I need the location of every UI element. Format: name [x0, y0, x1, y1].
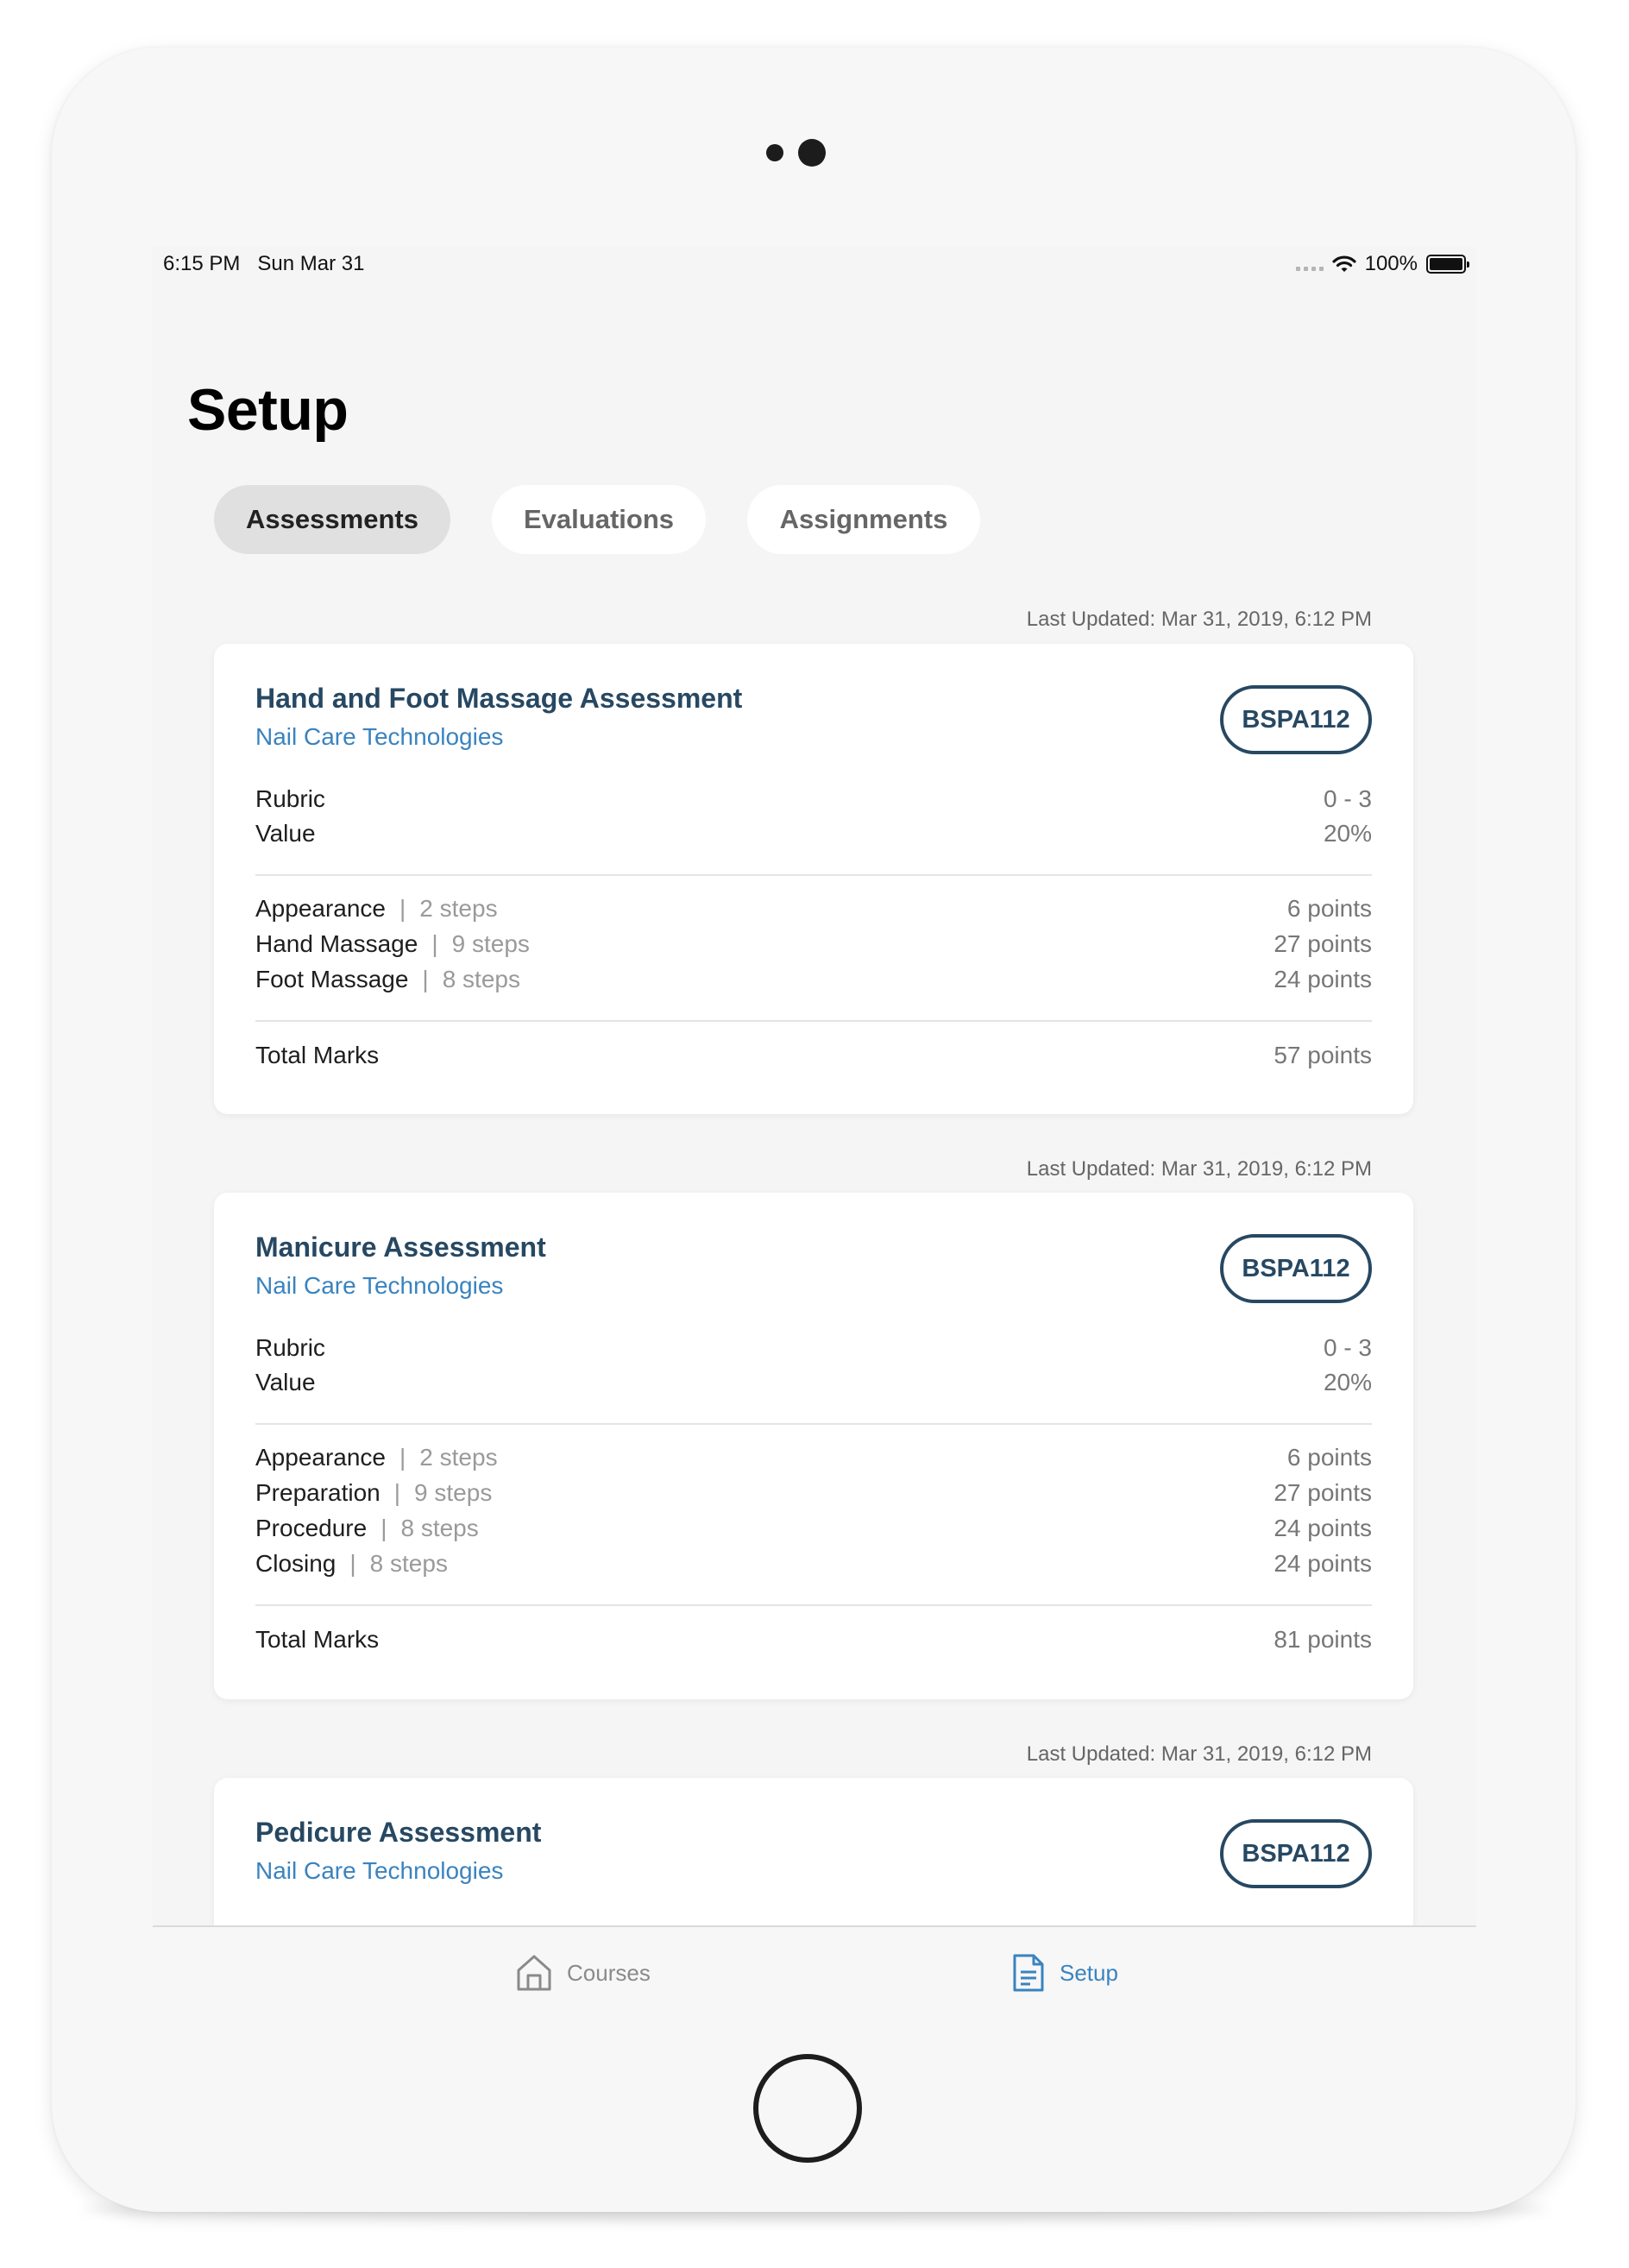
section-steps: 8 steps — [442, 966, 520, 992]
rubric-row: Rubric 0 - 3 — [255, 785, 1372, 820]
value-row: Value 20% — [255, 820, 1372, 854]
section-steps: 2 steps — [419, 1444, 498, 1471]
assessment-title: Manicure Assessment — [255, 1232, 546, 1263]
section-points: 6 points — [1286, 895, 1372, 922]
camera-sensor — [766, 144, 783, 161]
section-name: Closing — [255, 1550, 336, 1577]
section-name: Appearance — [255, 1444, 387, 1471]
section-points: 24 points — [1274, 1515, 1372, 1541]
section-name: Foot Massage — [255, 966, 409, 992]
section-row: Procedure | 8 steps 24 points — [255, 1515, 1372, 1549]
separator: | — [393, 1479, 401, 1506]
segment-tabs: Assessments Evaluations Assignments — [214, 485, 980, 554]
rubric-value: 0 - 3 — [1323, 1334, 1372, 1361]
value-value: 20% — [1323, 820, 1372, 847]
tab-bar-item-courses[interactable]: Courses — [515, 1953, 651, 1993]
separator: | — [399, 1444, 406, 1471]
divider — [255, 874, 1372, 876]
document-icon — [1013, 1954, 1044, 1992]
section-points: 24 points — [1274, 966, 1372, 992]
page-title: Setup — [187, 377, 349, 443]
value-label: Value — [255, 1369, 316, 1395]
assessment-card[interactable]: Hand and Foot Massage Assessment Nail Ca… — [214, 644, 1413, 1114]
section-row: Hand Massage | 9 steps 27 points — [255, 930, 1372, 965]
total-marks-label: Total Marks — [255, 1626, 380, 1653]
total-marks-row: Total Marks 81 points — [255, 1626, 1372, 1660]
course-code-badge: BSPA112 — [1220, 685, 1372, 754]
course-code-badge: BSPA112 — [1220, 1234, 1372, 1303]
section-name: Procedure — [255, 1515, 368, 1541]
rubric-value: 0 - 3 — [1323, 785, 1372, 812]
section-steps: 8 steps — [369, 1550, 448, 1577]
home-icon — [517, 1955, 551, 1991]
tab-bar-label: Setup — [1060, 1959, 1118, 1986]
value-label: Value — [255, 820, 316, 847]
divider — [255, 1423, 1372, 1425]
tab-assessments[interactable]: Assessments — [214, 485, 450, 554]
section-points: 6 points — [1286, 1444, 1372, 1471]
total-marks-row: Total Marks 57 points — [255, 1042, 1372, 1076]
tab-evaluations[interactable]: Evaluations — [492, 485, 706, 554]
separator: | — [381, 1515, 387, 1541]
divider — [255, 1020, 1372, 1022]
tab-bar-item-setup[interactable]: Setup — [1011, 1953, 1118, 1993]
section-row: Appearance | 2 steps 6 points — [255, 895, 1372, 929]
assessment-title: Hand and Foot Massage Assessment — [255, 683, 743, 714]
assessment-title: Pedicure Assessment — [255, 1817, 542, 1848]
last-updated-label: Last Updated: Mar 31, 2019, 6:12 PM — [1026, 1157, 1372, 1181]
section-points: 27 points — [1274, 930, 1372, 957]
section-name: Appearance — [255, 895, 387, 922]
course-name: Nail Care Technologies — [255, 1272, 504, 1299]
separator: | — [399, 895, 406, 922]
assessment-card[interactable]: Manicure Assessment Nail Care Technologi… — [214, 1193, 1413, 1699]
rubric-label: Rubric — [255, 785, 325, 812]
home-button[interactable] — [753, 2054, 862, 2163]
section-name: Hand Massage — [255, 930, 418, 957]
section-points: 24 points — [1274, 1550, 1372, 1577]
total-marks-value: 81 points — [1274, 1626, 1372, 1653]
bottom-tab-bar: Courses Setup — [153, 1925, 1476, 2011]
section-name: Preparation — [255, 1479, 381, 1506]
last-updated-label: Last Updated: Mar 31, 2019, 6:12 PM — [1026, 1742, 1372, 1766]
value-row: Value 20% — [255, 1369, 1372, 1403]
section-points: 27 points — [1274, 1479, 1372, 1506]
scroll-content[interactable]: Setup Assessments Evaluations Assignment… — [153, 247, 1476, 1925]
rubric-row: Rubric 0 - 3 — [255, 1334, 1372, 1369]
separator: | — [422, 966, 429, 992]
section-steps: 9 steps — [414, 1479, 493, 1506]
section-steps: 9 steps — [451, 930, 530, 957]
rubric-label: Rubric — [255, 1334, 325, 1361]
value-value: 20% — [1323, 1369, 1372, 1395]
tab-bar-label: Courses — [567, 1959, 651, 1986]
screen: 6:15 PM Sun Mar 31 100% Setup Assessment… — [153, 247, 1476, 2011]
section-row: Preparation | 9 steps 27 points — [255, 1479, 1372, 1514]
total-marks-label: Total Marks — [255, 1042, 380, 1068]
section-steps: 8 steps — [400, 1515, 479, 1541]
assessment-card[interactable]: Pedicure Assessment Nail Care Technologi… — [214, 1778, 1413, 1925]
separator: | — [349, 1550, 356, 1577]
section-row: Closing | 8 steps 24 points — [255, 1550, 1372, 1584]
front-camera — [798, 139, 826, 167]
divider — [255, 1604, 1372, 1606]
section-row: Foot Massage | 8 steps 24 points — [255, 966, 1372, 1000]
tab-assignments[interactable]: Assignments — [747, 485, 980, 554]
section-row: Appearance | 2 steps 6 points — [255, 1444, 1372, 1478]
section-steps: 2 steps — [419, 895, 498, 922]
course-code-badge: BSPA112 — [1220, 1819, 1372, 1888]
separator: | — [431, 930, 438, 957]
total-marks-value: 57 points — [1274, 1042, 1372, 1068]
last-updated-label: Last Updated: Mar 31, 2019, 6:12 PM — [1026, 608, 1372, 631]
course-name: Nail Care Technologies — [255, 723, 504, 750]
course-name: Nail Care Technologies — [255, 1857, 504, 1884]
